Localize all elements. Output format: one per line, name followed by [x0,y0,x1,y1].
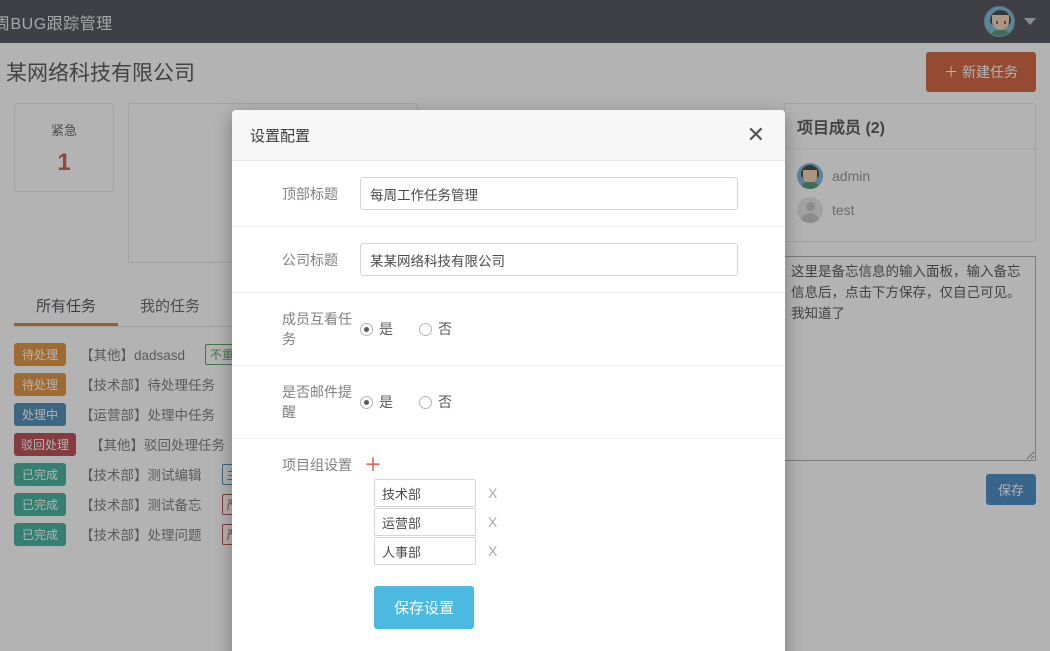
project-groups-list: X X X [374,479,785,565]
radio-dot-icon [419,395,432,409]
list-item: X [374,508,785,536]
radio-label: 是 [379,321,393,337]
mutual-view-radio-yes[interactable]: 是 [360,319,393,339]
save-settings-button[interactable]: 保存设置 [374,586,475,629]
mail-notify-radio-yes[interactable]: 是 [360,392,393,412]
modal-title: 设置配置 [250,127,311,145]
company-title-label: 公司标题 [282,251,338,268]
form-row-groups-header: 项目组设置 ＋ [232,439,785,479]
top-title-label: 顶部标题 [282,185,338,202]
plus-icon[interactable]: ＋ [360,456,386,474]
remove-group-button[interactable]: X [488,543,497,559]
radio-dot-icon [360,395,373,409]
mail-notify-label: 是否邮件提醒 [282,384,352,420]
group-name-input[interactable] [374,537,476,565]
modal-body: 顶部标题 公司标题 成员互看任务 是 否 [232,161,785,651]
mutual-view-radio-group: 是 否 [360,319,452,339]
mail-notify-radio-group: 是 否 [360,392,452,412]
group-name-input[interactable] [374,508,476,536]
radio-label: 否 [438,394,452,410]
form-row-mutual-view: 成员互看任务 是 否 [232,293,785,366]
groups-label: 项目组设置 [282,457,352,473]
mutual-view-label: 成员互看任务 [282,311,352,347]
form-row-top-title: 顶部标题 [232,161,785,227]
group-name-input[interactable] [374,479,476,507]
app-root: 周BUG跟踪管理 某网络科技有限公司 ＋ 新建任务 紧急 1 所有任务 我的任务… [0,0,1050,651]
mail-notify-radio-no[interactable]: 否 [419,392,452,412]
radio-dot-icon [419,322,432,336]
form-row-company-title: 公司标题 [232,227,785,293]
list-item: X [374,537,785,565]
radio-dot-icon [360,322,373,336]
radio-label: 是 [379,394,393,410]
company-title-input[interactable] [360,243,738,276]
form-row-mail-notify: 是否邮件提醒 是 否 [232,366,785,439]
settings-modal: 设置配置 ✕ 顶部标题 公司标题 成员互看任务 是 [232,110,785,651]
mutual-view-radio-no[interactable]: 否 [419,319,452,339]
remove-group-button[interactable]: X [488,514,497,530]
modal-footer [232,629,785,651]
radio-label: 否 [438,321,452,337]
modal-header: 设置配置 ✕ [232,110,785,161]
remove-group-button[interactable]: X [488,485,497,501]
top-title-input[interactable] [360,177,738,210]
close-icon[interactable]: ✕ [745,124,767,146]
list-item: X [374,479,785,507]
